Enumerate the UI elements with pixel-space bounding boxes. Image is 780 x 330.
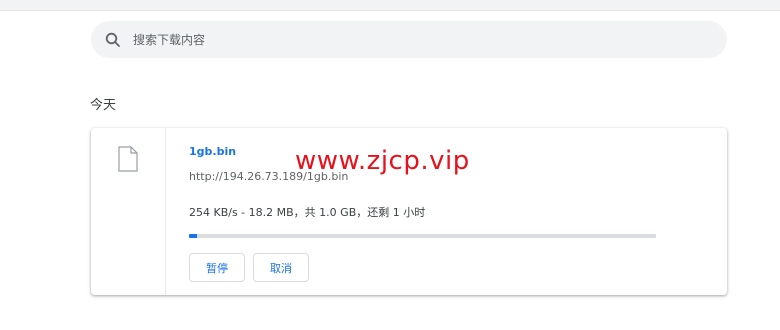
top-bar bbox=[0, 0, 780, 11]
download-filename-link[interactable]: 1gb.bin bbox=[189, 145, 236, 158]
watermark-text: www.zjcp.vip bbox=[295, 146, 470, 176]
search-bar[interactable] bbox=[91, 21, 727, 58]
search-input[interactable] bbox=[133, 21, 713, 58]
search-icon bbox=[104, 31, 122, 49]
download-progress-bar bbox=[189, 234, 656, 238]
section-title-today: 今天 bbox=[90, 98, 117, 113]
cancel-button[interactable]: 取消 bbox=[253, 253, 309, 282]
download-icon-column bbox=[91, 128, 166, 295]
pause-button[interactable]: 暂停 bbox=[189, 253, 245, 282]
download-progress-fill bbox=[189, 234, 198, 238]
file-icon bbox=[118, 146, 138, 172]
download-status: 254 KB/s - 18.2 MB，共 1.0 GB，还剩 1 小时 bbox=[189, 206, 426, 219]
